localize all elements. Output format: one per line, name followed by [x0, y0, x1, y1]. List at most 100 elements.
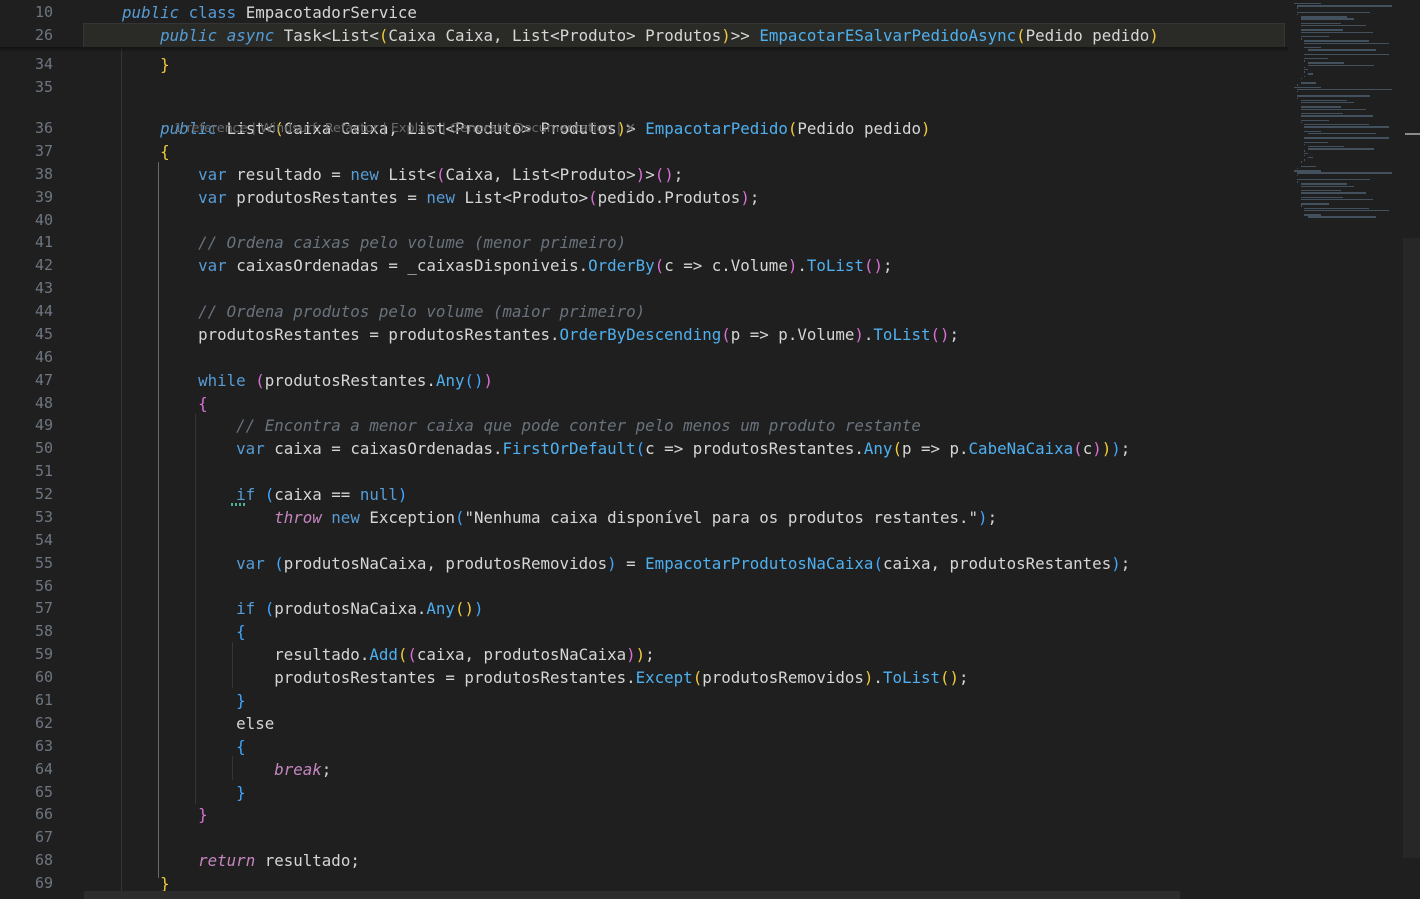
- code-line[interactable]: 61 }: [0, 689, 1290, 712]
- code-text[interactable]: throw new Exception("Nenhuma caixa dispo…: [84, 506, 997, 529]
- code-text[interactable]: public class EmpacotadorService: [84, 1, 417, 24]
- code-line[interactable]: 41 // Ordena caixas pelo volume (menor p…: [0, 231, 1290, 254]
- code-text[interactable]: {: [84, 392, 208, 415]
- code-line[interactable]: 58 {: [0, 620, 1290, 643]
- minimap-line: [1300, 77, 1302, 80]
- code-token: (: [255, 370, 265, 390]
- code-text[interactable]: else: [84, 712, 274, 735]
- code-text[interactable]: {: [84, 140, 170, 163]
- code-text[interactable]: // Ordena caixas pelo volume (menor prim…: [84, 231, 626, 254]
- line-number: 53: [34, 507, 53, 526]
- line-number: 44: [34, 302, 53, 321]
- codelens-references[interactable]: 1 reference: [174, 121, 247, 136]
- code-line[interactable]: 48 {: [0, 392, 1290, 415]
- code-text[interactable]: }: [84, 781, 246, 804]
- code-text[interactable]: }: [84, 689, 246, 712]
- code-line[interactable]: 56: [0, 575, 1290, 598]
- code-token: .: [797, 256, 807, 276]
- code-line[interactable]: 47 while (produtosRestantes.Any()): [0, 369, 1290, 392]
- code-token: EmpacotarProdutosNaCaixa: [645, 553, 874, 573]
- code-line[interactable]: 49 // Encontra a menor caixa que pode co…: [0, 414, 1290, 437]
- minimap[interactable]: [1288, 0, 1420, 899]
- code-text[interactable]: if (caixa == null): [84, 483, 407, 506]
- code-line[interactable]: 57 if (produtosNaCaixa.Any()): [0, 597, 1290, 620]
- code-line[interactable]: 44 // Ordena produtos pelo volume (maior…: [0, 300, 1290, 323]
- code-line[interactable]: 59 resultado.Add((caixa, produtosNaCaixa…: [0, 643, 1290, 666]
- code-line[interactable]: 35: [0, 76, 1290, 99]
- code-line[interactable]: 54: [0, 529, 1290, 552]
- code-line[interactable]: 68 return resultado;: [0, 849, 1290, 872]
- code-line[interactable]: 52 if (caixa == null): [0, 483, 1290, 506]
- minimap-line: [1304, 53, 1389, 55]
- code-line[interactable]: 51: [0, 460, 1290, 483]
- code-token: if: [236, 599, 256, 619]
- codelens-refactor[interactable]: Windsurf: Refactor: [260, 121, 378, 136]
- code-text[interactable]: resultado.Add((caixa, produtosNaCaixa));: [84, 643, 654, 666]
- line-number: 49: [34, 416, 53, 435]
- code-text[interactable]: var resultado = new List<(Caixa, List<Pr…: [84, 163, 683, 186]
- code-line[interactable]: 55 var (produtosNaCaixa, produtosRemovid…: [0, 552, 1290, 575]
- code-text[interactable]: {: [84, 620, 246, 643]
- minimap-line: [1300, 38, 1302, 40]
- code-text[interactable]: var caixasOrdenadas = _caixasDisponiveis…: [84, 254, 892, 277]
- code-line[interactable]: 42 var caixasOrdenadas = _caixasDisponiv…: [0, 254, 1290, 277]
- code-text[interactable]: if (produtosNaCaixa.Any()): [84, 597, 483, 620]
- code-line[interactable]: 38 var resultado = new List<(Caixa, List…: [0, 163, 1290, 186]
- minimap-line: [1308, 146, 1344, 148]
- code-line[interactable]: 39 var produtosRestantes = new List<Prod…: [0, 186, 1290, 209]
- code-text[interactable]: break;: [84, 758, 331, 781]
- minimap-line: [1304, 130, 1321, 132]
- horizontal-scrollbar[interactable]: [84, 891, 1180, 899]
- line-number: 60: [34, 668, 53, 687]
- code-text[interactable]: var produtosRestantes = new List<Produto…: [84, 186, 759, 209]
- code-line[interactable]: 10 public class EmpacotadorService: [0, 1, 1290, 24]
- minimap-line: [1300, 113, 1344, 115]
- code-line[interactable]: 62 else: [0, 712, 1290, 735]
- code-line[interactable]: 65 }: [0, 781, 1290, 804]
- code-token: caixa = caixasOrdenadas.: [264, 439, 503, 459]
- code-text[interactable]: // Encontra a menor caixa que pode conte…: [84, 414, 921, 437]
- code-line[interactable]: 64 break;: [0, 758, 1290, 781]
- code-text[interactable]: produtosRestantes = produtosRestantes.Ex…: [84, 666, 969, 689]
- code-token: ;: [959, 668, 969, 688]
- code-text[interactable]: while (produtosRestantes.Any()): [84, 369, 493, 392]
- code-line[interactable]: 60 produtosRestantes = produtosRestantes…: [0, 666, 1290, 689]
- code-text[interactable]: }: [84, 53, 170, 76]
- code-line[interactable]: 66 }: [0, 803, 1290, 826]
- code-text[interactable]: var (produtosNaCaixa, produtosRemovidos)…: [84, 552, 1130, 575]
- code-line[interactable]: 43: [0, 277, 1290, 300]
- code-text[interactable]: {: [84, 735, 246, 758]
- vertical-scrollbar[interactable]: [1403, 238, 1420, 858]
- line-number: 35: [34, 78, 53, 96]
- code-text[interactable]: // Ordena produtos pelo volume (maior pr…: [84, 300, 645, 323]
- codelens-generate-docs[interactable]: Generate Documentation: [450, 121, 613, 136]
- code-text[interactable]: }: [84, 803, 208, 826]
- code-line[interactable]: 46: [0, 346, 1290, 369]
- code-line[interactable]: 53 throw new Exception("Nenhuma caixa di…: [0, 506, 1290, 529]
- close-icon[interactable]: ✕: [625, 121, 636, 136]
- code-text[interactable]: var caixa = caixasOrdenadas.FirstOrDefau…: [84, 437, 1130, 460]
- line-number: 55: [34, 553, 53, 572]
- code-line[interactable]: 37 {: [0, 140, 1290, 163]
- code-editor[interactable]: 34 } 35 36 public List<(Caixa Caixa, List<…: [0, 0, 1420, 899]
- code-text[interactable]: produtosRestantes = produtosRestantes.Or…: [84, 323, 959, 346]
- line-number: 51: [34, 462, 53, 481]
- code-line[interactable]: 67: [0, 826, 1290, 849]
- line-number: 61: [34, 691, 53, 709]
- code-line[interactable]: 50 var caixa = caixasOrdenadas.FirstOrDe…: [0, 437, 1290, 460]
- code-line[interactable]: 63 {: [0, 735, 1290, 758]
- code-token: (: [873, 553, 883, 573]
- code-text[interactable]: public async Task<List<(Caixa Caixa, Lis…: [84, 24, 1159, 47]
- code-token: .: [873, 668, 883, 688]
- code-token: (: [397, 645, 408, 665]
- code-token: c => c.Volume: [664, 256, 788, 276]
- code-token: (: [692, 668, 703, 688]
- code-line[interactable]: 26 public async Task<List<(Caixa Caixa, …: [0, 24, 1290, 47]
- code-text[interactable]: return resultado;: [84, 849, 360, 872]
- code-line[interactable]: 40: [0, 209, 1290, 232]
- codelens-explain[interactable]: Explain: [391, 121, 438, 136]
- code-line[interactable]: 34 }: [0, 53, 1290, 76]
- code-line[interactable]: 45 produtosRestantes = produtosRestantes…: [0, 323, 1290, 346]
- code-token: (: [274, 553, 284, 573]
